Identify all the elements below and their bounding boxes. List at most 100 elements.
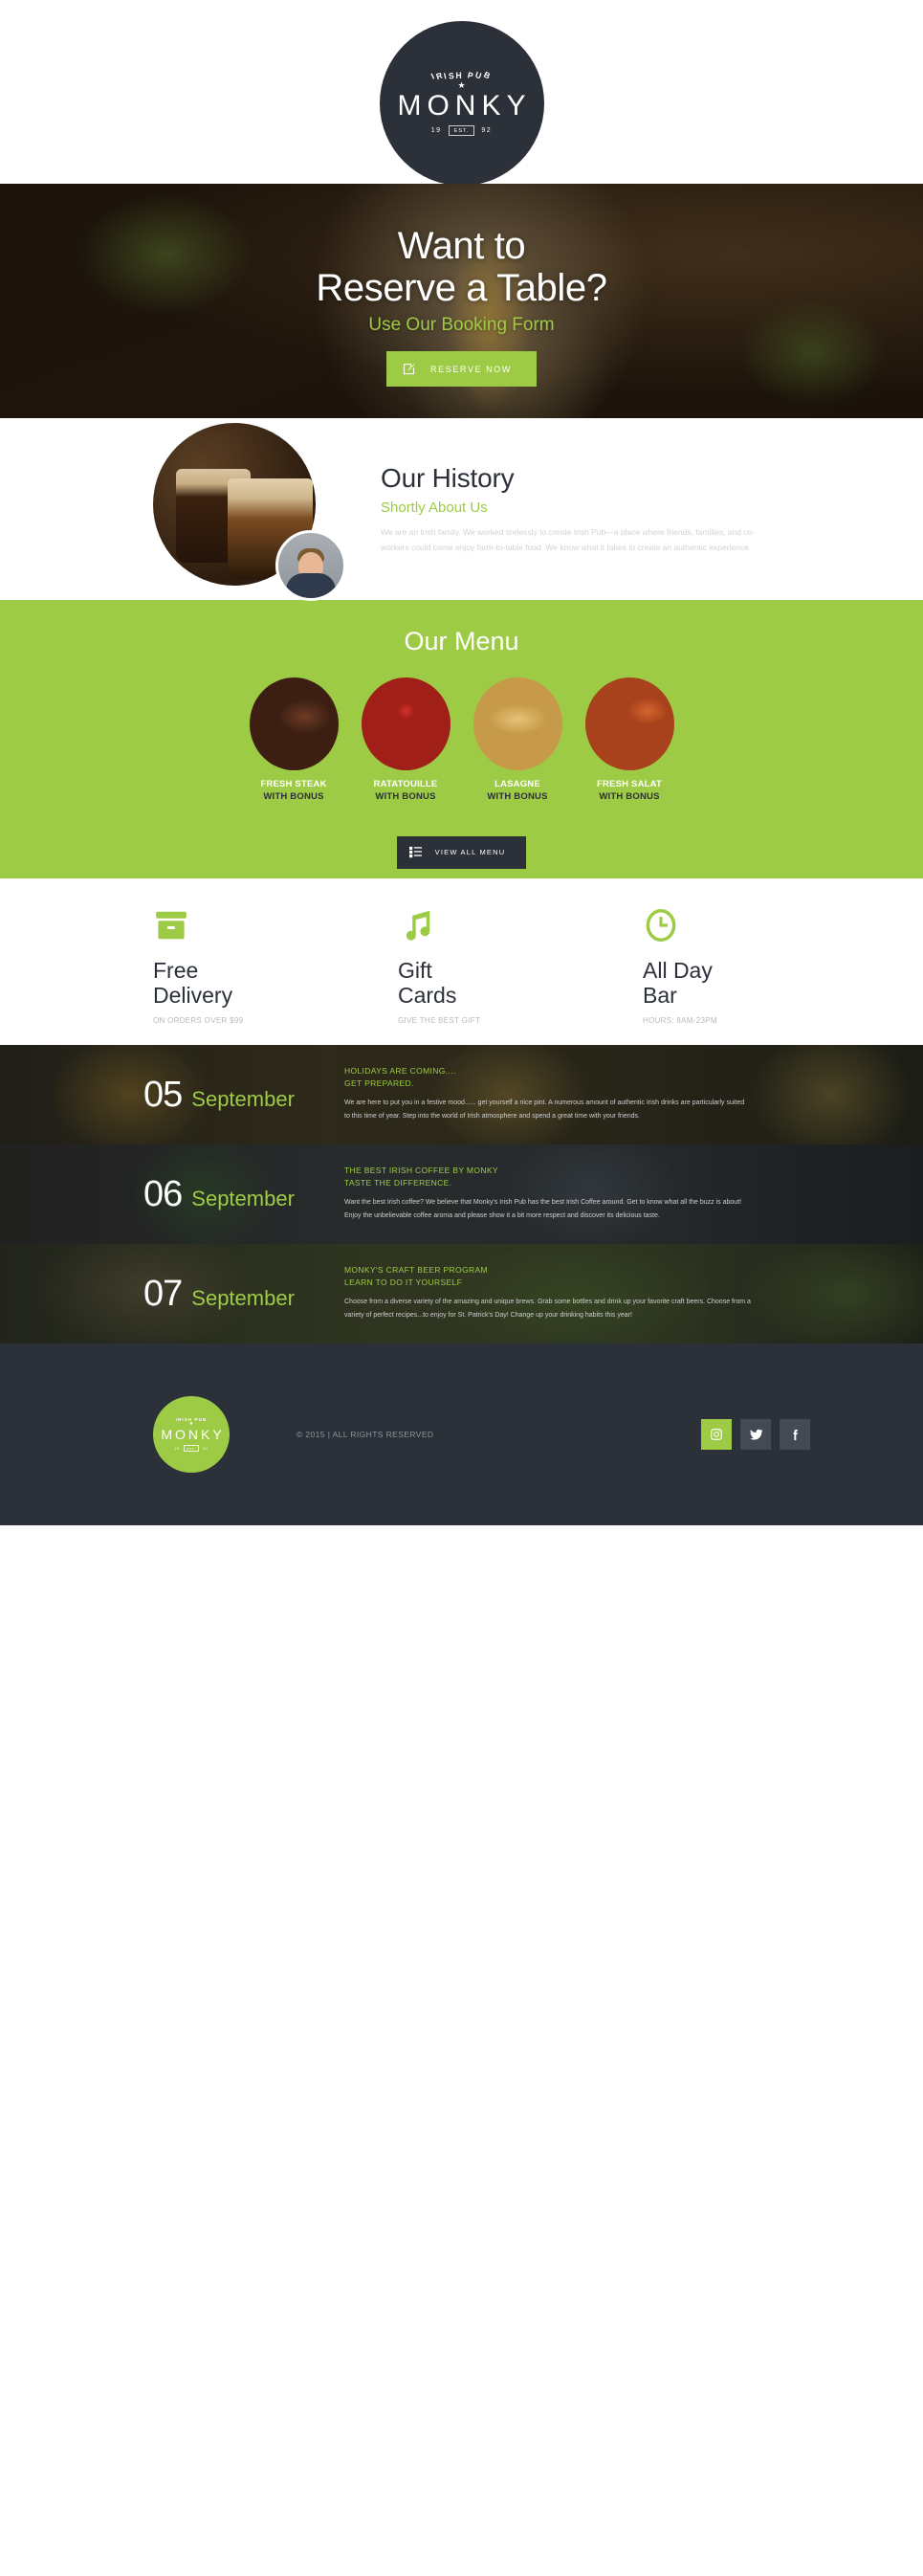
menu-item-fresh-salat[interactable]: FRESH SALAT WITH BONUS: [584, 677, 674, 804]
menu-item-sub: WITH BONUS: [487, 790, 548, 802]
facebook-icon[interactable]: [780, 1419, 810, 1450]
news-body: HOLIDAYS ARE COMING.... GET PREPARED. We…: [344, 1065, 751, 1124]
reserve-now-button[interactable]: RESERVE NOW: [386, 351, 537, 387]
list-icon: [397, 846, 435, 858]
menu-item-name: FRESH STEAK: [260, 779, 327, 789]
twitter-icon[interactable]: [740, 1419, 771, 1450]
footer-logo-established: 19 EST. 92: [174, 1445, 209, 1452]
feature-gift-cards: Gift Cards GIVE THE BEST GIFT: [398, 905, 551, 1045]
feature-note: HOURS: 8AM-23PM: [643, 1015, 717, 1025]
history-media: [153, 423, 346, 601]
logo-est-left: 19: [430, 127, 442, 135]
feature-all-day-bar: All Day Bar HOURS: 8AM-23PM: [643, 905, 796, 1045]
site-logo[interactable]: IRISH PUB ★ MONKY 19 EST. 92: [379, 21, 544, 186]
box-icon: [153, 905, 306, 944]
news-heading-line2: TASTE THE DIFFERENCE.: [344, 1177, 452, 1188]
news-item[interactable]: 07 September MONKY'S CRAFT BEER PROGRAM …: [0, 1244, 923, 1344]
feature-title-line1: All Day: [643, 958, 713, 983]
logo-established: 19 EST. 92: [430, 125, 493, 137]
clock-icon: [643, 905, 796, 944]
hero-title-line2: Reserve a Table?: [316, 267, 607, 309]
menu-item-name: FRESH SALAT: [597, 779, 662, 789]
news-paragraph: We are here to put you in a festive mood…: [344, 1099, 745, 1121]
feature-title-line1: Free: [153, 958, 199, 983]
feature-title-line2: Delivery: [153, 982, 233, 1008]
feature-title-line1: Gift: [398, 958, 432, 983]
ratatouille-photo: [361, 677, 451, 770]
logo-arc-text: IRISH PUB: [429, 69, 494, 82]
site-footer: IRISH PUB ★ MONKY 19 EST. 92 © 2015 | AL…: [0, 1344, 923, 1525]
feature-title-line2: Bar: [643, 982, 677, 1008]
history-text: Our History Shortly About Us We are an I…: [344, 463, 765, 555]
history-body: We are an Irish family. We worked tirele…: [381, 526, 756, 552]
news-heading: THE BEST IRISH COFFEE BY MONKY TASTE THE…: [344, 1165, 751, 1189]
hero-title: Want to Reserve a Table?: [316, 225, 607, 309]
view-all-menu-label: VIEW ALL MENU: [434, 848, 506, 857]
copyright-text: © 2015 | ALL RIGHTS RESERVED: [297, 1430, 434, 1439]
hero-title-line1: Want to: [397, 225, 526, 267]
feature-title: All Day Bar: [643, 958, 796, 1009]
news-body: MONKY'S CRAFT BEER PROGRAM LEARN TO DO I…: [344, 1264, 751, 1323]
logo-star-icon: ★: [457, 79, 466, 90]
avatar: [275, 530, 346, 601]
menu-item-fresh-steak[interactable]: FRESH STEAK WITH BONUS: [249, 677, 339, 804]
social-links: [701, 1419, 810, 1450]
news-month: September: [191, 1286, 295, 1310]
feature-free-delivery: Free Delivery ON ORDERS OVER $99: [153, 905, 306, 1045]
news-day: 06: [143, 1174, 183, 1214]
feature-title: Free Delivery: [153, 958, 306, 1009]
instagram-icon[interactable]: [701, 1419, 732, 1450]
menu-item-label: FRESH SALAT WITH BONUS: [585, 779, 674, 804]
menu-grid: FRESH STEAK WITH BONUS RATATOUILLE WITH …: [249, 677, 674, 804]
logo-est-label: EST.: [448, 125, 475, 137]
news-month: September: [191, 1087, 295, 1111]
news-date: 06 September: [143, 1176, 344, 1212]
news-day: 05: [143, 1075, 183, 1115]
news-heading: HOLIDAYS ARE COMING.... GET PREPARED.: [344, 1065, 751, 1090]
menu-item-name: LASAGNE: [494, 779, 540, 789]
menu-item-label: RATATOUILLE WITH BONUS: [362, 779, 451, 804]
logo-est-right: 92: [481, 127, 493, 135]
footer-logo[interactable]: IRISH PUB ★ MONKY 19 EST. 92: [153, 1396, 230, 1473]
history-title: Our History: [381, 462, 515, 493]
menu-item-sub: WITH BONUS: [375, 790, 436, 802]
view-all-menu-button[interactable]: VIEW ALL MENU: [396, 835, 527, 869]
feature-title: Gift Cards: [398, 958, 551, 1009]
history-subtitle: Shortly About Us: [381, 499, 488, 516]
menu-item-ratatouille[interactable]: RATATOUILLE WITH BONUS: [361, 677, 451, 804]
features-section: Free Delivery ON ORDERS OVER $99 Gift Ca…: [0, 878, 923, 1045]
news-paragraph: Want the best Irish coffee? We believe t…: [344, 1198, 742, 1220]
menu-item-sub: WITH BONUS: [599, 790, 660, 802]
footer-est-left: 19: [174, 1446, 180, 1451]
footer-logo-brand-name: MONKY: [161, 1427, 225, 1442]
menu-item-lasagne[interactable]: LASAGNE WITH BONUS: [472, 677, 562, 804]
menu-item-label: FRESH STEAK WITH BONUS: [250, 779, 339, 804]
news-item[interactable]: 05 September HOLIDAYS ARE COMING.... GET…: [0, 1045, 923, 1144]
music-note-icon: [398, 905, 551, 944]
feature-title-line2: Cards: [398, 982, 457, 1008]
lasagne-photo: [472, 677, 562, 770]
news-heading: MONKY'S CRAFT BEER PROGRAM LEARN TO DO I…: [344, 1264, 751, 1289]
hero-banner: Want to Reserve a Table? Use Our Booking…: [0, 184, 923, 418]
menu-section: Our Menu FRESH STEAK WITH BONUS RATATOUI…: [0, 600, 923, 878]
avatar-body: [286, 573, 336, 598]
news-month: September: [191, 1187, 295, 1210]
feature-note: GIVE THE BEST GIFT: [398, 1015, 481, 1025]
feature-note: ON ORDERS OVER $99: [153, 1015, 244, 1025]
menu-item-name: RATATOUILLE: [373, 779, 438, 789]
news-body: THE BEST IRISH COFFEE BY MONKY TASTE THE…: [344, 1165, 751, 1224]
news-heading-line1: HOLIDAYS ARE COMING....: [344, 1066, 456, 1077]
pencil-edit-icon: [386, 362, 430, 376]
footer-est-label: EST.: [183, 1445, 200, 1452]
news-date: 07 September: [143, 1276, 344, 1312]
news-heading-line1: THE BEST IRISH COFFEE BY MONKY: [344, 1166, 498, 1176]
news-paragraph: Choose from a diverse variety of the ama…: [344, 1298, 751, 1320]
news-heading-line2: LEARN TO DO IT YOURSELF: [344, 1277, 463, 1287]
news-date: 05 September: [143, 1077, 344, 1113]
menu-item-label: LASAGNE WITH BONUS: [473, 779, 562, 804]
news-section: 05 September HOLIDAYS ARE COMING.... GET…: [0, 1045, 923, 1344]
logo-brand-name: MONKY: [397, 89, 532, 122]
news-heading-line2: GET PREPARED.: [344, 1077, 414, 1088]
history-section: Our History Shortly About Us We are an I…: [0, 418, 923, 601]
news-item[interactable]: 06 September THE BEST IRISH COFFEE BY MO…: [0, 1144, 923, 1244]
